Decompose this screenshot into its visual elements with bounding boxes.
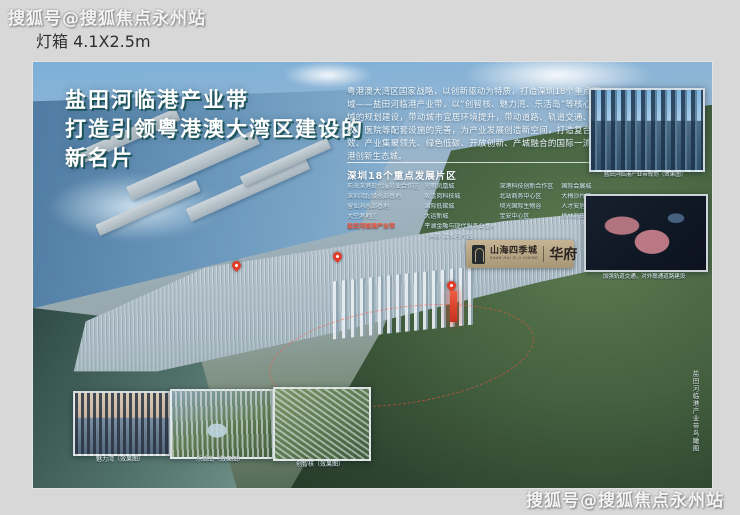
project-logo-plate: 山海四季城 SHAN HAI SI JI CHENG 华府 — [466, 240, 574, 268]
district-item: 光明凤凰城 — [424, 183, 494, 191]
district-item: 大运新城 — [424, 213, 494, 221]
page: { "page": { "watermark_top": "搜狐号@搜狐焦点永州… — [0, 0, 740, 515]
inset-caption: 加强轨道交通，对外联通道路建设 — [584, 272, 704, 280]
inset-meilid-bay — [73, 391, 171, 456]
district-item-highlighted: 盐田河临港产业带 — [347, 223, 419, 231]
watermark-top: 搜狐号@搜狐焦点永州站 — [8, 4, 206, 29]
district-item: 国际会展城 — [561, 183, 609, 191]
districts-column-2: 光明凤凰城 坂雪岗科技城 国际低碳城 大运新城 平湖金融与现代服务业基地 · 笋… — [424, 183, 494, 241]
brand-name: 山海四季城 — [490, 247, 538, 256]
aerial-view-caption: 盐田河临港产业带鸟瞰图 — [690, 370, 700, 453]
district-item: 宝安中心区 — [499, 213, 556, 221]
brand-subscript: SHAN HAI SI JI CHENG — [490, 257, 538, 261]
inset-cbd-render — [589, 88, 705, 172]
headline-line-3: 新名片 — [65, 144, 364, 173]
district-item: 平湖金融与现代服务业基地 — [424, 223, 494, 231]
districts-heading: 深圳18个重点发展片区 — [347, 168, 457, 182]
district-item: 留仙洞总部基地 — [347, 203, 419, 211]
district-item: 深港科技创新合作区 — [499, 183, 556, 191]
watermark-bottom: 搜狐号@搜狐焦点永州站 — [526, 486, 724, 511]
logo-divider — [543, 246, 544, 262]
headline-line-1: 盐田河临港产业带 — [65, 86, 364, 115]
district-item: 国际低碳城 — [424, 203, 494, 211]
inset-transit-map — [584, 194, 708, 272]
inset-caption: 乐活岛（效果图） — [170, 454, 270, 463]
district-item: 前海深港现代服务业合作区 — [347, 183, 419, 191]
headline-line-2: 打造引领粤港澳大湾区建设的 — [65, 115, 364, 144]
headline: 盐田河临港产业带 打造引领粤港澳大湾区建设的 新名片 — [65, 86, 364, 173]
district-item: 大空港地区 — [347, 213, 419, 221]
districts-list: 前海深港现代服务业合作区 深圳湾超级总部基地 留仙洞总部基地 大空港地区 盐田河… — [347, 183, 609, 241]
inset-caption: 创智核（效果图） — [273, 459, 367, 468]
district-item: 坂雪岗科技城 — [424, 193, 494, 201]
lightbox-size-label: 灯箱 4.1X2.5m — [36, 28, 151, 52]
arch-emblem-icon — [472, 245, 485, 264]
divider-line — [347, 162, 600, 163]
cloud — [283, 62, 373, 88]
inset-caption: 魅力湾（效果图） — [73, 454, 167, 463]
brand-suffix: 华府 — [549, 244, 577, 264]
inset-chuangzhi-core — [273, 387, 371, 461]
district-item: 北站商务中心区 — [499, 193, 556, 201]
district-item: 坝光国际生物谷 — [499, 203, 556, 211]
brand-name-block: 山海四季城 SHAN HAI SI JI CHENG — [490, 247, 538, 261]
inset-lehuo-island — [170, 389, 274, 459]
billboard-artwork: 盐田河临港产业带 打造引领粤港澳大湾区建设的 新名片 粤港澳大湾区国家战略，以创… — [33, 62, 712, 488]
districts-column-1: 前海深港现代服务业合作区 深圳湾超级总部基地 留仙洞总部基地 大空港地区 盐田河… — [347, 183, 419, 241]
district-item: 深圳湾超级总部基地 — [347, 193, 419, 201]
project-landmark-highlight — [450, 291, 457, 322]
districts-column-3: 深港科技创新合作区 北站商务中心区 坝光国际生物谷 宝安中心区 — [499, 183, 556, 241]
intro-paragraph: 粤港澳大湾区国家战略，以创新驱动为特质，打造深圳18个重点区域——盐田河临港产业… — [347, 86, 600, 164]
inset-caption: 盐田河临港产业带规划（效果图） — [589, 170, 701, 178]
